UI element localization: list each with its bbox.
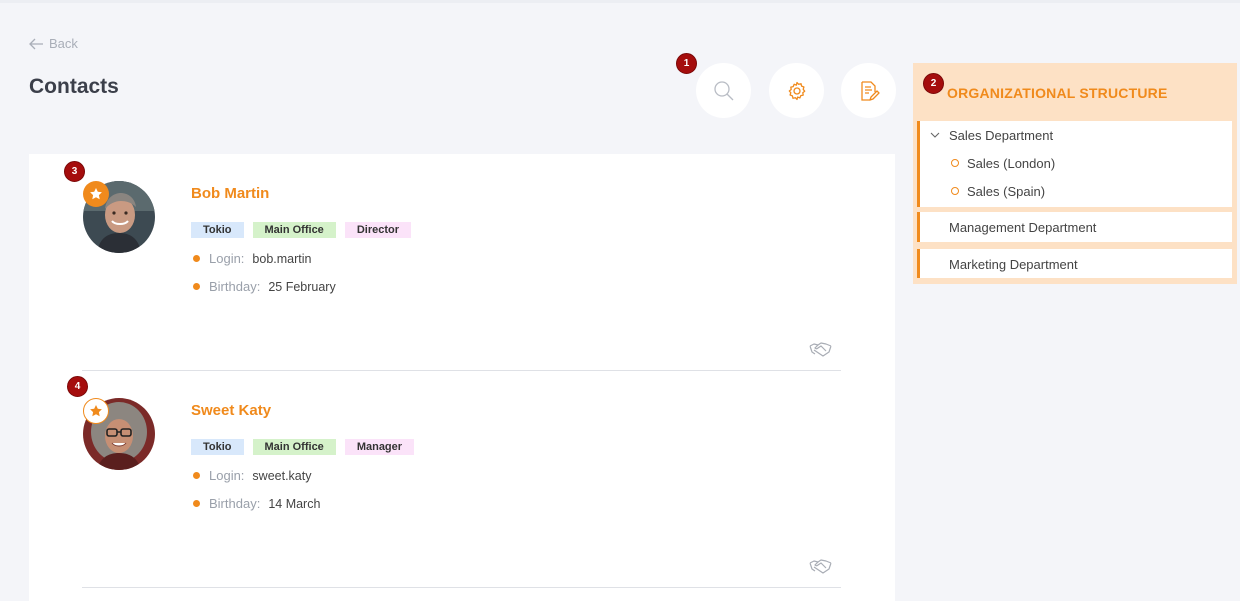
login-field: Login: sweet.katy xyxy=(193,468,311,483)
back-link[interactable]: Back xyxy=(29,36,78,51)
org-item-label: Marketing Department xyxy=(949,256,1078,272)
step-badge-1: 1 xyxy=(676,53,697,74)
login-label: Login: xyxy=(209,468,245,483)
settings-button[interactable] xyxy=(769,63,824,118)
org-structure-panel: 2 ORGANIZATIONAL STRUCTURE Sales Departm… xyxy=(913,63,1237,284)
tag-office: Main Office xyxy=(252,439,336,455)
org-dept-marketing: Marketing Department xyxy=(917,249,1232,278)
org-item-sales-spain[interactable]: Sales (Spain) xyxy=(920,177,1232,205)
login-value: sweet.katy xyxy=(252,468,312,483)
bullet-ring-icon xyxy=(951,159,959,167)
search-button[interactable] xyxy=(696,63,751,118)
org-item-label: Sales (Spain) xyxy=(967,183,1046,199)
contact-card: 4 Sweet Katy Tokio Main Office Manager L… xyxy=(29,371,895,588)
birthday-label: Birthday: xyxy=(209,279,261,294)
org-item-management-department[interactable]: Management Department xyxy=(920,212,1232,242)
login-value: bob.martin xyxy=(252,251,312,266)
edit-document-button[interactable] xyxy=(841,63,896,118)
org-item-label: Sales (London) xyxy=(967,155,1056,171)
bullet-ring-icon xyxy=(951,187,959,195)
favorite-toggle[interactable] xyxy=(83,181,109,207)
contact-name[interactable]: Bob Martin xyxy=(191,185,269,202)
handshake-icon[interactable] xyxy=(809,558,832,574)
birthday-value: 25 February xyxy=(268,279,336,294)
tag-position: Director xyxy=(344,222,411,238)
tag-office: Main Office xyxy=(252,222,336,238)
org-item-label: Sales Department xyxy=(949,127,1054,143)
org-item-sales-department[interactable]: Sales Department xyxy=(920,121,1232,149)
contacts-list: 3 Bob Martin Tokio Main Office Director … xyxy=(29,154,895,601)
contact-name[interactable]: Sweet Katy xyxy=(191,402,271,419)
step-badge-3: 3 xyxy=(64,161,85,182)
login-label: Login: xyxy=(209,251,245,266)
star-icon xyxy=(90,188,102,200)
bullet-dot-icon xyxy=(193,255,200,262)
org-dept-sales: Sales Department Sales (London) Sales (S… xyxy=(917,121,1232,207)
top-strip xyxy=(0,0,1240,3)
birthday-value: 14 March xyxy=(268,496,321,511)
bullet-dot-icon xyxy=(193,283,200,290)
org-item-marketing-department[interactable]: Marketing Department xyxy=(920,249,1232,279)
bullet-dot-icon xyxy=(193,500,200,507)
contact-tags: Tokio Main Office Director xyxy=(191,222,411,238)
search-icon xyxy=(713,80,733,100)
birthday-field: Birthday: 25 February xyxy=(193,279,336,294)
birthday-label: Birthday: xyxy=(209,496,261,511)
divider xyxy=(82,587,841,588)
org-item-label: Management Department xyxy=(949,219,1097,235)
tag-location: Tokio xyxy=(191,439,244,455)
org-structure-title: ORGANIZATIONAL STRUCTURE xyxy=(947,85,1168,101)
org-dept-management: Management Department xyxy=(917,212,1232,242)
favorite-toggle[interactable] xyxy=(83,398,109,424)
bullet-dot-icon xyxy=(193,472,200,479)
login-field: Login: bob.martin xyxy=(193,251,311,266)
chevron-down-icon xyxy=(930,132,940,138)
tag-position: Manager xyxy=(344,439,415,455)
org-item-sales-london[interactable]: Sales (London) xyxy=(920,149,1232,177)
step-badge-2: 2 xyxy=(923,73,944,94)
back-label: Back xyxy=(49,36,78,51)
star-icon xyxy=(90,405,102,417)
document-edit-icon xyxy=(860,80,880,101)
handshake-icon[interactable] xyxy=(809,341,832,357)
birthday-field: Birthday: 14 March xyxy=(193,496,320,511)
arrow-left-icon xyxy=(29,38,43,49)
gear-icon xyxy=(788,81,805,100)
contact-card: 3 Bob Martin Tokio Main Office Director … xyxy=(29,154,895,371)
contact-tags: Tokio Main Office Manager xyxy=(191,439,415,455)
page-title: Contacts xyxy=(29,75,119,98)
tag-location: Tokio xyxy=(191,222,244,238)
step-badge-4: 4 xyxy=(67,376,88,397)
